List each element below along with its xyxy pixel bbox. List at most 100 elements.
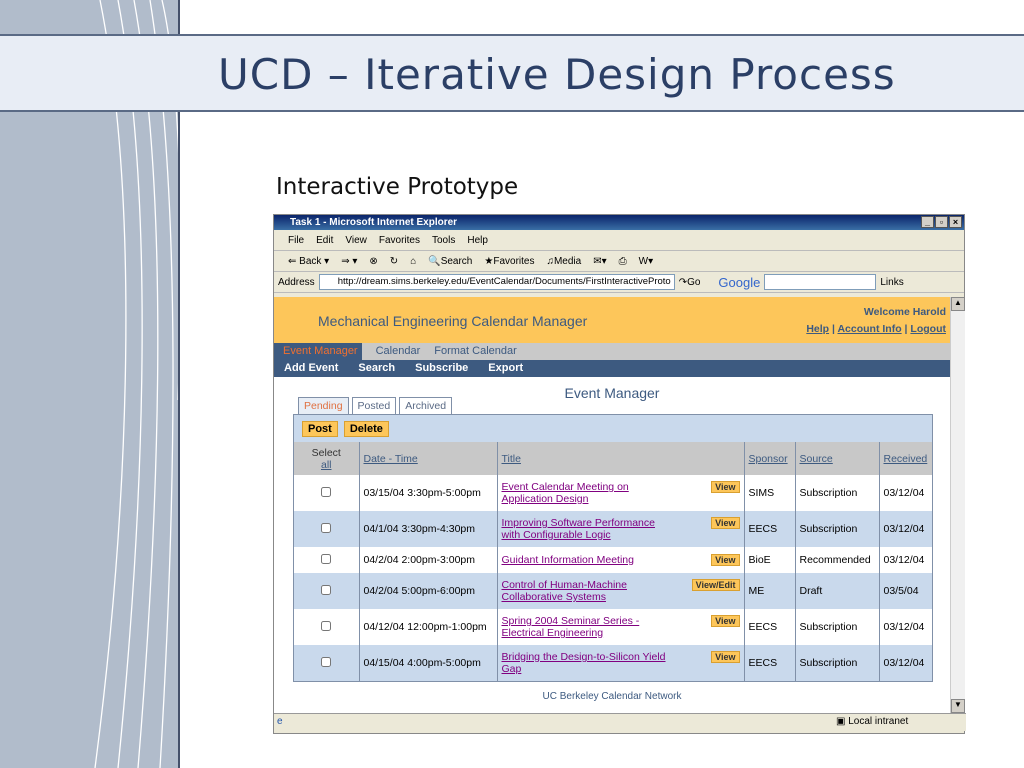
scroll-down-button[interactable]: ▼	[951, 699, 965, 713]
row-received: 03/12/04	[878, 511, 932, 547]
account-info-link[interactable]: Account Info	[837, 323, 901, 335]
row-source: Subscription	[794, 475, 879, 511]
event-title-link[interactable]: Event Calendar Meeting on Application De…	[502, 481, 672, 505]
view-button[interactable]: View/Edit	[691, 579, 740, 591]
nav-add-event[interactable]: Add Event	[284, 360, 338, 377]
url-input[interactable]: http://dream.sims.berkeley.edu/EventCale…	[318, 274, 675, 290]
stop-icon[interactable]: ⊗	[369, 256, 377, 267]
event-title-link[interactable]: Spring 2004 Seminar Series - Electrical …	[502, 615, 672, 639]
print-icon[interactable]: ⎙	[619, 256, 627, 267]
media-button[interactable]: ♫Media	[546, 256, 581, 267]
menu-favorites[interactable]: Favorites	[379, 235, 420, 246]
view-button[interactable]: View	[711, 651, 740, 663]
go-button[interactable]: ↷Go	[679, 277, 701, 288]
welcome-text: Welcome Harold	[863, 306, 946, 318]
delete-button[interactable]: Delete	[343, 421, 389, 437]
google-search-input[interactable]	[764, 274, 877, 290]
event-title-link[interactable]: Control of Human-Machine Collaborative S…	[502, 579, 672, 603]
nav-calendar[interactable]: Calendar	[376, 343, 421, 360]
post-button[interactable]: Post	[302, 421, 338, 437]
menu-bar: File Edit View Favorites Tools Help	[274, 230, 964, 251]
action-bar: Post Delete	[294, 415, 932, 442]
links-button[interactable]: Links	[880, 277, 903, 288]
logout-link[interactable]: Logout	[910, 323, 946, 335]
row-date: 04/2/04 2:00pm-3:00pm	[358, 547, 497, 573]
row-date: 04/15/04 4:00pm-5:00pm	[358, 645, 497, 681]
window-title: Task 1 - Microsoft Internet Explorer	[290, 217, 458, 228]
row-checkbox[interactable]	[321, 553, 332, 564]
back-button[interactable]: ⇐ Back ▾	[288, 256, 329, 267]
slide-decoration	[0, 0, 180, 768]
event-title-link[interactable]: Guidant Information Meeting	[502, 554, 635, 566]
nav-event-manager[interactable]: Event Manager	[274, 343, 362, 360]
google-logo[interactable]: Google	[718, 275, 760, 290]
tab-pending[interactable]: Pending	[298, 397, 349, 414]
view-button[interactable]: View	[711, 615, 740, 627]
help-link[interactable]: Help	[806, 323, 829, 335]
row-checkbox[interactable]	[321, 584, 332, 595]
sub-nav: Add Event Search Subscribe Export	[274, 360, 950, 377]
row-select-cell	[294, 511, 359, 547]
menu-view[interactable]: View	[345, 235, 367, 246]
page-footer: UC Berkeley Calendar Network	[542, 691, 682, 702]
events-table: Select all Date - Time Title Sponsor Sour…	[294, 442, 932, 681]
date-header[interactable]: Date - Time	[358, 442, 497, 475]
search-button[interactable]: 🔍Search	[428, 256, 472, 267]
main-nav: Event Manager Calendar Format Calendar	[274, 343, 950, 360]
menu-tools[interactable]: Tools	[432, 235, 455, 246]
title-header[interactable]: Title	[496, 442, 744, 475]
browser-titlebar: Task 1 - Microsoft Internet Explorer _ ▫ ×	[274, 215, 964, 230]
app-header: Mechanical Engineering Calendar Manager …	[274, 297, 950, 343]
menu-file[interactable]: File	[288, 235, 304, 246]
row-checkbox[interactable]	[321, 486, 332, 497]
row-select-cell	[294, 573, 359, 609]
view-button[interactable]: View	[711, 554, 740, 566]
received-header[interactable]: Received	[878, 442, 932, 475]
row-title-cell: View Improving Software Performance with …	[496, 511, 744, 547]
browser-window: Task 1 - Microsoft Internet Explorer _ ▫ ×…	[273, 214, 966, 734]
slide-subtitle: Interactive Prototype	[276, 174, 519, 200]
search-label: Search	[440, 255, 473, 267]
menu-help[interactable]: Help	[467, 235, 488, 246]
nav-search[interactable]: Search	[358, 360, 395, 377]
nav-export[interactable]: Export	[488, 360, 523, 377]
word-icon[interactable]: W▾	[639, 256, 653, 267]
row-sponsor: ME	[743, 573, 795, 609]
toolbar: ⇐ Back ▾ ⇒ ▾ ⊗ ↻ ⌂ 🔍Search ★Favorites ♫Med…	[274, 251, 964, 272]
row-checkbox[interactable]	[321, 522, 332, 533]
home-icon[interactable]: ⌂	[410, 256, 416, 267]
refresh-icon[interactable]: ↻	[390, 256, 398, 267]
select-header: Select all	[294, 442, 359, 475]
row-select-cell	[294, 645, 359, 681]
table-row: 04/2/04 5:00pm-6:00pm View/Edit Control o…	[294, 573, 932, 609]
mail-icon[interactable]: ✉▾	[593, 256, 606, 267]
row-checkbox[interactable]	[321, 620, 332, 631]
favorites-button[interactable]: ★Favorites	[484, 256, 534, 267]
sponsor-header[interactable]: Sponsor	[743, 442, 795, 475]
view-button[interactable]: View	[711, 481, 740, 493]
row-received: 03/12/04	[878, 609, 932, 645]
row-title-cell: View Guidant Information Meeting	[496, 547, 744, 573]
zone-label: Local intranet	[848, 716, 909, 727]
menu-edit[interactable]: Edit	[316, 235, 333, 246]
tab-archived[interactable]: Archived	[399, 397, 453, 414]
scroll-up-button[interactable]: ▲	[951, 297, 965, 311]
event-title-link[interactable]: Bridging the Design-to-Silicon Yield Gap	[502, 651, 672, 675]
event-title-link[interactable]: Improving Software Performance with Conf…	[502, 517, 672, 541]
source-header[interactable]: Source	[794, 442, 879, 475]
tab-posted[interactable]: Posted	[351, 397, 397, 414]
row-select-cell	[294, 547, 359, 573]
row-sponsor: SIMS	[743, 475, 795, 511]
row-date: 04/2/04 5:00pm-6:00pm	[358, 573, 497, 609]
nav-subscribe[interactable]: Subscribe	[415, 360, 468, 377]
minimize-button[interactable]: _	[921, 216, 934, 228]
view-button[interactable]: View	[711, 517, 740, 529]
maximize-button[interactable]: ▫	[935, 216, 948, 228]
close-button[interactable]: ×	[949, 216, 962, 228]
forward-button[interactable]: ⇒ ▾	[341, 256, 357, 267]
select-all-link[interactable]: all	[321, 459, 332, 471]
vertical-scrollbar[interactable]: ▲ ▼	[950, 297, 965, 713]
nav-format-calendar[interactable]: Format Calendar	[434, 343, 517, 360]
row-checkbox[interactable]	[321, 656, 332, 667]
row-sponsor: BioE	[743, 547, 795, 573]
